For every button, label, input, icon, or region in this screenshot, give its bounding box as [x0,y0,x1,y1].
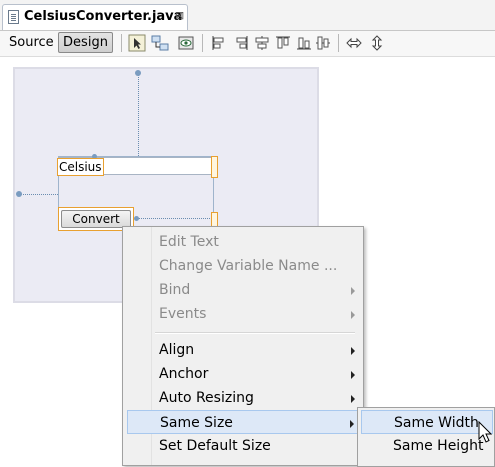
close-tab-icon[interactable]: ⊠ [175,9,184,23]
submenu-arrow-icon [351,311,355,319]
menu-separator [155,332,355,334]
menu-item-align[interactable]: Align [127,338,359,362]
align-top-icon[interactable] [274,34,292,52]
menu-item-label: Align [159,342,195,358]
top-anchor-icon [135,70,141,76]
menu-item-same-width[interactable]: Same Width [361,410,493,434]
submenu-arrow-icon [351,371,355,379]
menu-item-label: Same Size [160,415,233,431]
submenu-arrow-icon [351,287,355,295]
submenu-arrow-icon [351,395,355,403]
left-anchor-icon [16,191,22,197]
horizontal-alignment-guide [20,194,58,195]
tab-title: CelsiusConverter.java [24,9,183,24]
editor-tab-bar: CelsiusConverter.java ⊠ [0,0,495,31]
submenu-arrow-icon [350,420,354,428]
same-size-submenu: Same Width Same Height [357,407,495,467]
menu-item-label: Anchor [159,366,209,382]
menu-item-change-variable-name[interactable]: Change Variable Name ... [127,254,359,278]
convert-button[interactable]: Convert [61,210,131,228]
menu-item-same-height[interactable]: Same Height [361,434,493,458]
source-view-button[interactable]: Source [5,33,58,52]
mouse-pointer-icon [478,421,493,443]
menu-item-events[interactable]: Events [127,302,359,326]
selection-mode-icon[interactable] [128,34,146,52]
center-horizontally-icon[interactable] [253,34,271,52]
menu-item-auto-resizing[interactable]: Auto Resizing [127,386,359,410]
menu-item-label: Edit Text [159,234,219,250]
button-anchor-icon [134,216,139,221]
menu-item-set-default-size[interactable]: Set Default Size [127,434,359,458]
menu-item-label: Same Height [393,438,484,454]
menu-item-label: Set Default Size [159,438,271,454]
java-file-icon [8,10,19,24]
preview-design-icon[interactable] [177,34,195,52]
menu-item-same-size[interactable]: Same Size [127,410,359,434]
menu-item-label: Auto Resizing [159,390,254,406]
center-vertically-icon[interactable] [314,34,332,52]
menu-item-label: Events [159,306,207,322]
change-horizontal-resizability-icon[interactable] [345,34,363,52]
change-vertical-resizability-icon[interactable] [368,34,386,52]
menu-item-bind[interactable]: Bind [127,278,359,302]
menu-item-edit-text[interactable]: Edit Text [127,230,359,254]
vertical-alignment-guide [138,72,139,156]
submenu-arrow-icon [351,347,355,355]
resize-handle[interactable] [211,156,218,178]
celsius-label[interactable]: Celsius [57,158,104,176]
toolbar-separator [121,34,122,52]
align-left-icon[interactable] [210,34,228,52]
context-menu: Edit Text Change Variable Name ... Bind … [122,226,364,466]
tab-celsius-converter[interactable]: CelsiusConverter.java ⊠ [2,4,188,30]
align-bottom-icon[interactable] [295,34,313,52]
design-view-button[interactable]: Design [58,32,113,53]
connection-mode-icon[interactable] [151,34,169,52]
menu-item-label: Bind [159,282,191,298]
align-right-icon[interactable] [232,34,250,52]
form-editor-toolbar: Source Design [0,31,495,57]
menu-item-label: Change Variable Name ... [159,258,338,274]
menu-item-label: Same Width [394,415,479,431]
toolbar-separator [338,34,339,52]
menu-item-anchor[interactable]: Anchor [127,362,359,386]
toolbar-separator [202,34,203,52]
